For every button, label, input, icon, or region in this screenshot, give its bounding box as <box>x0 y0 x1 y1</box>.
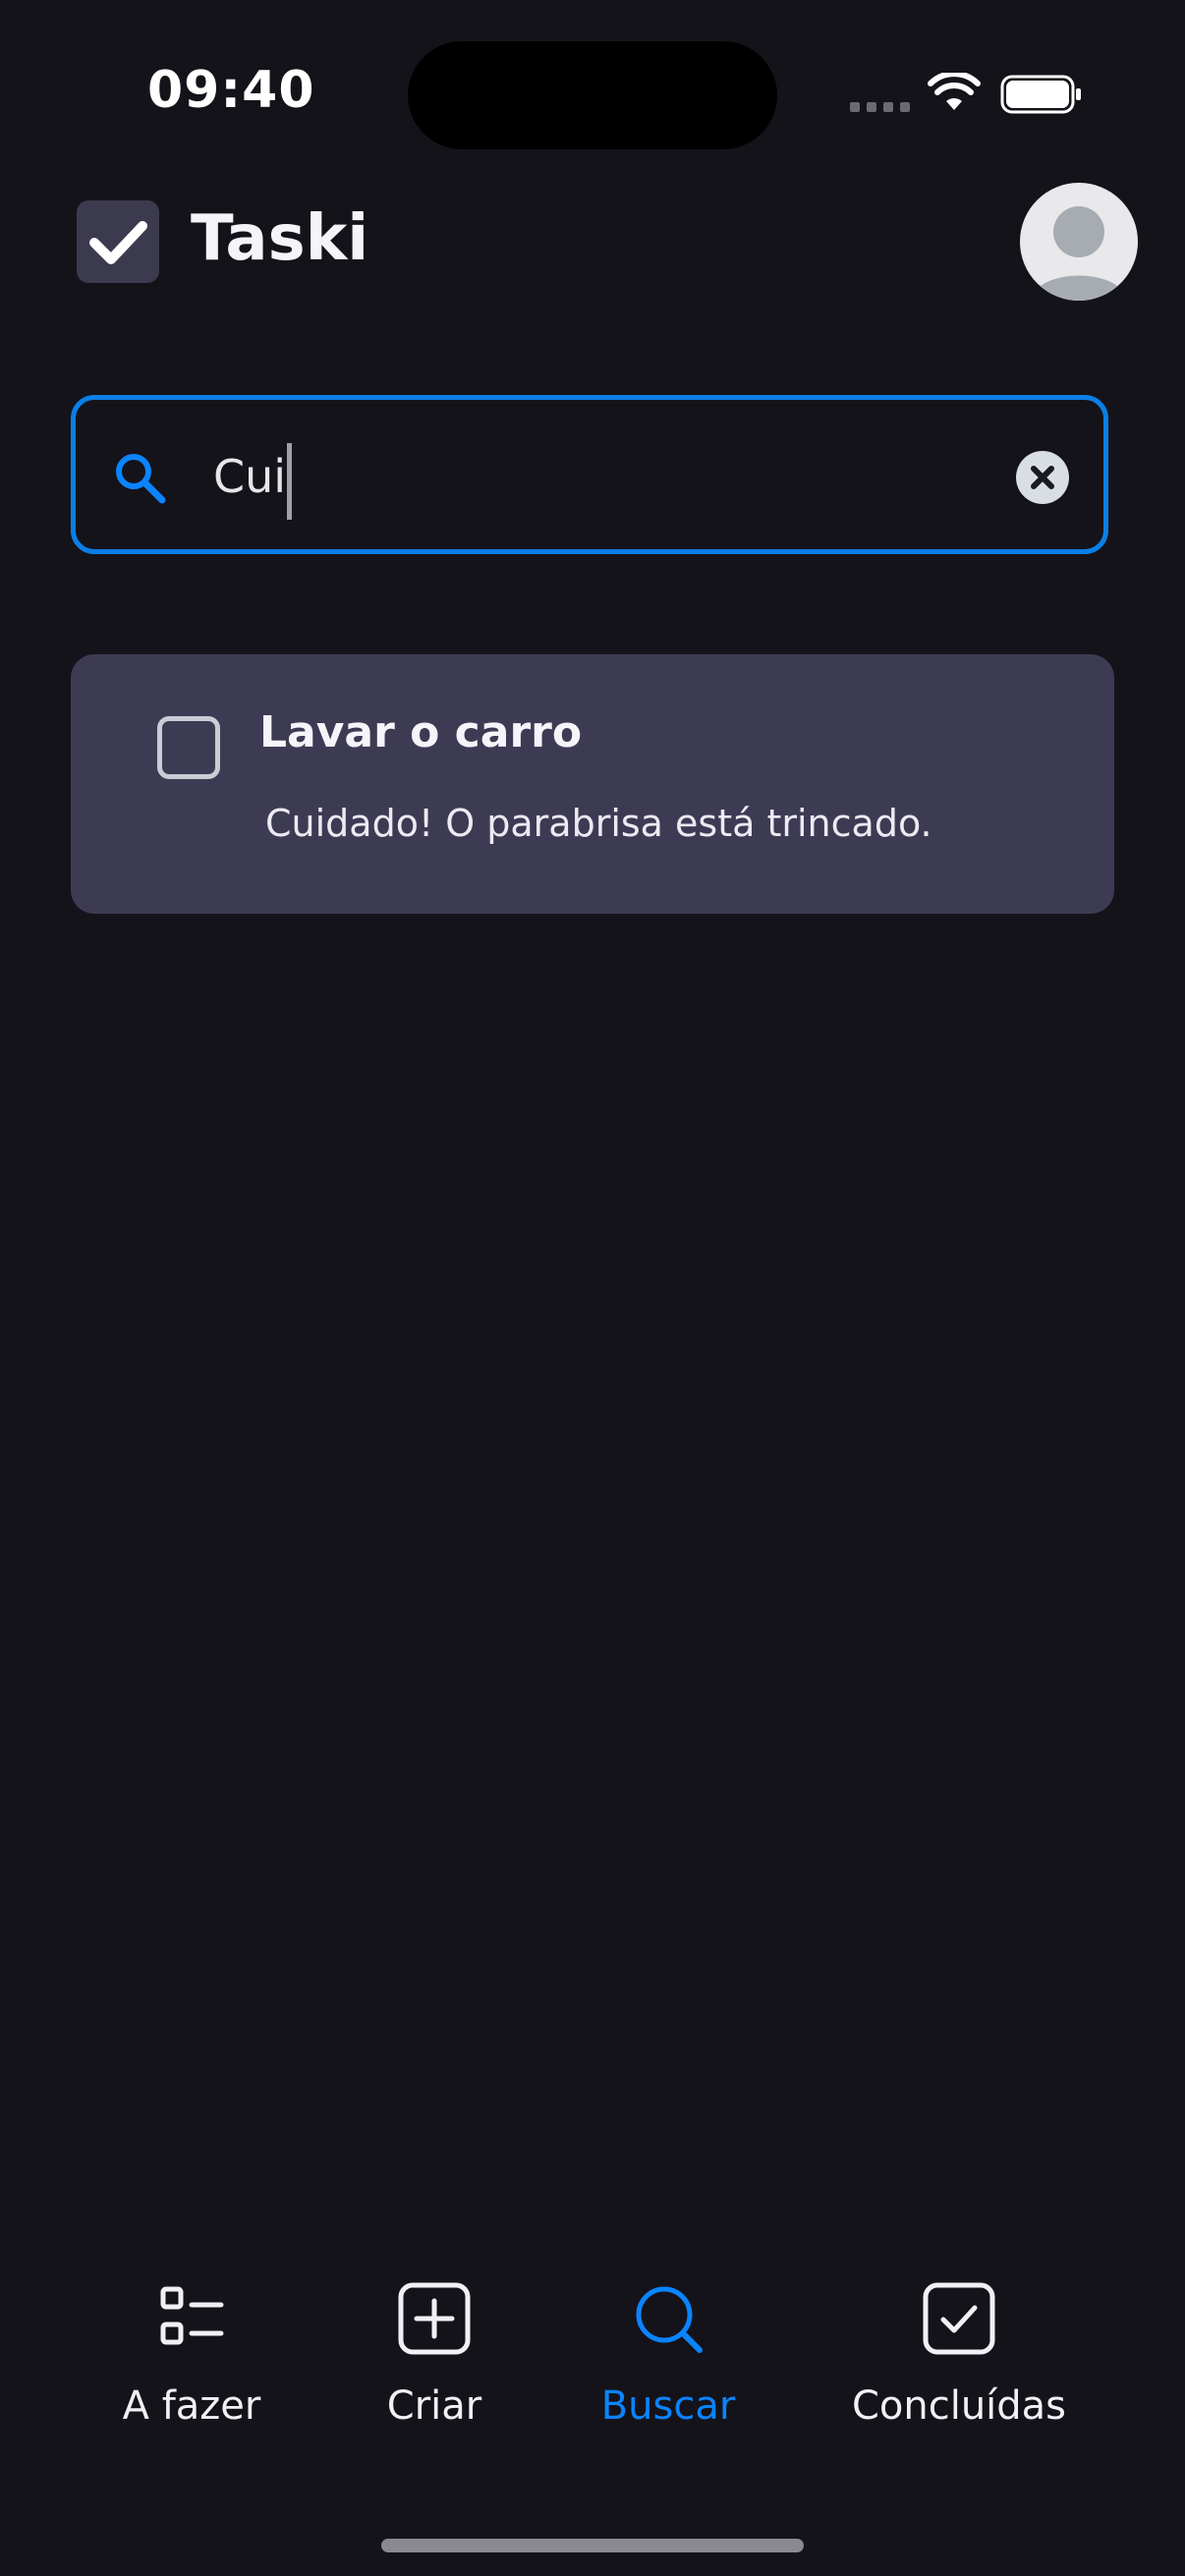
task-title: Lavar o carro <box>259 707 583 757</box>
user-avatar-icon <box>1030 206 1128 301</box>
app-title: Taski <box>191 202 369 275</box>
status-time: 09:40 <box>147 61 315 120</box>
nav-item-done[interactable]: Concluídas <box>845 2279 1073 2429</box>
nav-label-create: Criar <box>386 2383 482 2429</box>
clear-circle-icon <box>1031 466 1054 489</box>
avatar[interactable] <box>1020 183 1138 301</box>
text-caret <box>287 443 292 520</box>
bottom-navigation: A fazer Criar Buscar Concluídas <box>0 2279 1185 2476</box>
search-field[interactable] <box>71 395 1108 554</box>
checkbox-check-icon <box>89 221 147 264</box>
app-logo <box>77 200 159 283</box>
list-icon <box>160 2286 224 2345</box>
task-note: Cuidado! O parabrisa está trincado. <box>265 802 932 845</box>
search-input[interactable] <box>213 439 1019 514</box>
wifi-icon <box>928 73 981 110</box>
nav-item-create[interactable]: Criar <box>366 2279 503 2429</box>
battery-icon <box>1000 75 1081 114</box>
check-square-icon <box>923 2282 995 2355</box>
task-card[interactable]: Lavar o carro Cuidado! O parabrisa está … <box>71 654 1114 914</box>
nav-item-todo[interactable]: A fazer <box>108 2279 275 2429</box>
nav-item-search[interactable]: Buscar <box>588 2279 749 2429</box>
nav-label-search: Buscar <box>600 2383 736 2429</box>
nav-label-todo: A fazer <box>122 2383 261 2429</box>
dynamic-island <box>408 41 777 149</box>
search-screen: 09:40 Taski Cui Lavar o carro Cuidado! O… <box>0 0 1185 2576</box>
search-icon <box>636 2286 703 2353</box>
clear-search-button[interactable] <box>1016 451 1069 504</box>
home-indicator <box>381 2539 804 2552</box>
nav-label-done: Concluídas <box>851 2383 1067 2429</box>
cellular-signal-icon <box>850 102 910 112</box>
search-icon <box>116 454 166 504</box>
task-checkbox[interactable] <box>157 716 220 779</box>
plus-square-icon <box>398 2282 471 2355</box>
